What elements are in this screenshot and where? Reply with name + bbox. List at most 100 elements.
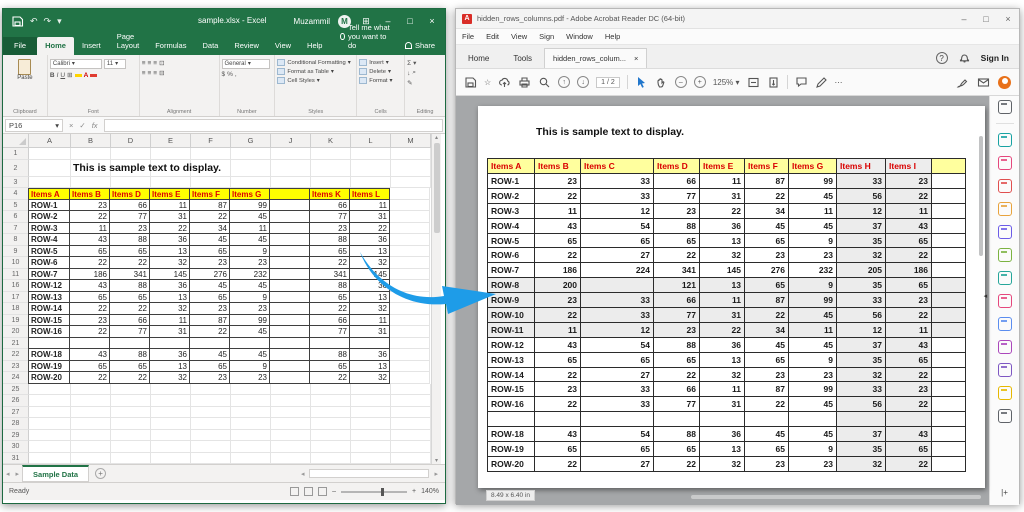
tool-combine-files[interactable] bbox=[998, 225, 1012, 239]
cell[interactable] bbox=[71, 453, 111, 465]
cell[interactable] bbox=[191, 441, 231, 453]
row-number[interactable]: 9 bbox=[3, 246, 29, 258]
tool-fill-sign[interactable] bbox=[998, 294, 1012, 308]
cell[interactable] bbox=[311, 177, 351, 189]
cell[interactable] bbox=[271, 441, 311, 453]
cell[interactable]: 11 bbox=[150, 315, 190, 327]
cell[interactable] bbox=[111, 453, 151, 465]
align-left-icon[interactable]: ≡ bbox=[142, 70, 146, 77]
cell[interactable] bbox=[151, 407, 191, 419]
cell[interactable]: 66 bbox=[310, 200, 350, 212]
row-number[interactable]: 27 bbox=[3, 407, 29, 419]
cell[interactable]: 22 bbox=[350, 223, 390, 235]
cell[interactable]: 88 bbox=[110, 349, 150, 361]
collapse-pane-icon[interactable]: ◂ bbox=[984, 292, 988, 300]
cell[interactable] bbox=[151, 384, 191, 396]
acrobat-minimize-button[interactable]: – bbox=[953, 14, 975, 24]
menu-sign[interactable]: Sign bbox=[533, 32, 560, 41]
cell[interactable]: 22 bbox=[110, 372, 150, 384]
name-box[interactable]: P16▾ bbox=[5, 119, 63, 132]
row-number[interactable]: 11 bbox=[3, 269, 29, 281]
cell[interactable]: 22 bbox=[190, 211, 230, 223]
cell[interactable] bbox=[270, 338, 310, 350]
qat-dropdown-icon[interactable]: ▾ bbox=[57, 16, 62, 27]
zoom-in-icon[interactable]: + bbox=[694, 76, 706, 88]
cell[interactable] bbox=[231, 384, 271, 396]
share-button[interactable]: Share bbox=[395, 41, 445, 55]
acrobat-close-button[interactable]: × bbox=[997, 14, 1019, 24]
insert-function-icon[interactable]: fx bbox=[92, 121, 98, 130]
column-header-D[interactable]: D bbox=[111, 134, 151, 147]
cell[interactable]: 31 bbox=[150, 326, 190, 338]
tab-document[interactable]: hidden_rows_colum... × bbox=[544, 48, 647, 68]
tool-more-tools[interactable] bbox=[998, 409, 1012, 423]
select-all-corner[interactable] bbox=[3, 134, 29, 147]
scroll-thumb[interactable] bbox=[434, 143, 440, 233]
cell[interactable]: 87 bbox=[190, 200, 230, 212]
cell[interactable]: 36 bbox=[150, 349, 190, 361]
cell[interactable]: 45 bbox=[230, 280, 270, 292]
cell[interactable] bbox=[71, 441, 111, 453]
cell[interactable]: 276 bbox=[190, 269, 230, 281]
doc-vertical-scrollbar[interactable] bbox=[979, 136, 983, 256]
cell[interactable] bbox=[271, 177, 311, 189]
cell[interactable] bbox=[270, 211, 310, 223]
tab-close-icon[interactable]: × bbox=[634, 54, 638, 63]
cell[interactable]: 13 bbox=[150, 246, 190, 258]
cell[interactable]: 99 bbox=[230, 315, 270, 327]
highlight-pencil-icon[interactable] bbox=[815, 76, 828, 89]
cell[interactable]: 77 bbox=[310, 326, 350, 338]
header-cell[interactable]: Items G bbox=[230, 188, 270, 200]
fill-color-button[interactable] bbox=[75, 74, 82, 77]
ribbon-tab-view[interactable]: View bbox=[267, 37, 299, 55]
ribbon-tab-page-layout[interactable]: Page Layout bbox=[109, 28, 148, 55]
cell[interactable] bbox=[391, 430, 431, 442]
cell[interactable] bbox=[391, 418, 431, 430]
cell[interactable] bbox=[351, 395, 391, 407]
cell[interactable] bbox=[191, 407, 231, 419]
zoom-level-select[interactable]: 125% ▾ bbox=[713, 78, 740, 87]
column-header-E[interactable]: E bbox=[151, 134, 191, 147]
cell[interactable] bbox=[231, 395, 271, 407]
row-label-cell[interactable]: ROW-15 bbox=[28, 315, 70, 327]
autosum-button[interactable]: Σ bbox=[407, 60, 411, 67]
cell[interactable]: 34 bbox=[190, 223, 230, 235]
row-label-cell[interactable]: ROW-1 bbox=[28, 200, 70, 212]
cell[interactable] bbox=[231, 407, 271, 419]
row-number[interactable]: 2 bbox=[3, 160, 29, 177]
tool-prepare-form[interactable] bbox=[998, 386, 1012, 400]
cell[interactable]: 186 bbox=[70, 269, 110, 281]
cell[interactable]: 22 bbox=[110, 257, 150, 269]
cell[interactable]: 43 bbox=[70, 349, 110, 361]
cell[interactable]: 66 bbox=[110, 315, 150, 327]
cell[interactable] bbox=[151, 453, 191, 465]
cell[interactable]: 9 bbox=[230, 361, 270, 373]
cell[interactable]: 88 bbox=[110, 280, 150, 292]
acrobat-maximize-button[interactable]: □ bbox=[975, 14, 997, 24]
column-header-F[interactable]: F bbox=[191, 134, 231, 147]
cell[interactable]: 88 bbox=[310, 349, 350, 361]
cell[interactable] bbox=[270, 246, 310, 258]
cell[interactable] bbox=[270, 200, 310, 212]
tab-home[interactable]: Home bbox=[456, 49, 501, 68]
zoom-slider[interactable] bbox=[341, 491, 407, 493]
column-header-L[interactable]: L bbox=[351, 134, 391, 147]
cell[interactable]: 88 bbox=[310, 234, 350, 246]
maximize-button[interactable]: □ bbox=[403, 16, 417, 26]
cell[interactable] bbox=[111, 384, 151, 396]
header-cell[interactable]: Items B bbox=[70, 188, 110, 200]
cell[interactable]: 145 bbox=[150, 269, 190, 281]
page-fit-icon[interactable] bbox=[747, 76, 760, 89]
zoom-out-icon[interactable]: – bbox=[675, 76, 687, 88]
cell[interactable]: 65 bbox=[190, 292, 230, 304]
cell[interactable] bbox=[191, 453, 231, 465]
doc-horizontal-scrollbar[interactable] bbox=[691, 495, 981, 499]
cell[interactable]: 32 bbox=[350, 372, 390, 384]
cell[interactable] bbox=[111, 148, 151, 160]
cell[interactable]: 65 bbox=[110, 361, 150, 373]
print-icon[interactable] bbox=[518, 76, 531, 89]
cell[interactable] bbox=[350, 338, 390, 350]
cell[interactable] bbox=[390, 211, 430, 223]
header-cell[interactable]: Items L bbox=[350, 188, 390, 200]
normal-view-icon[interactable] bbox=[290, 487, 299, 496]
